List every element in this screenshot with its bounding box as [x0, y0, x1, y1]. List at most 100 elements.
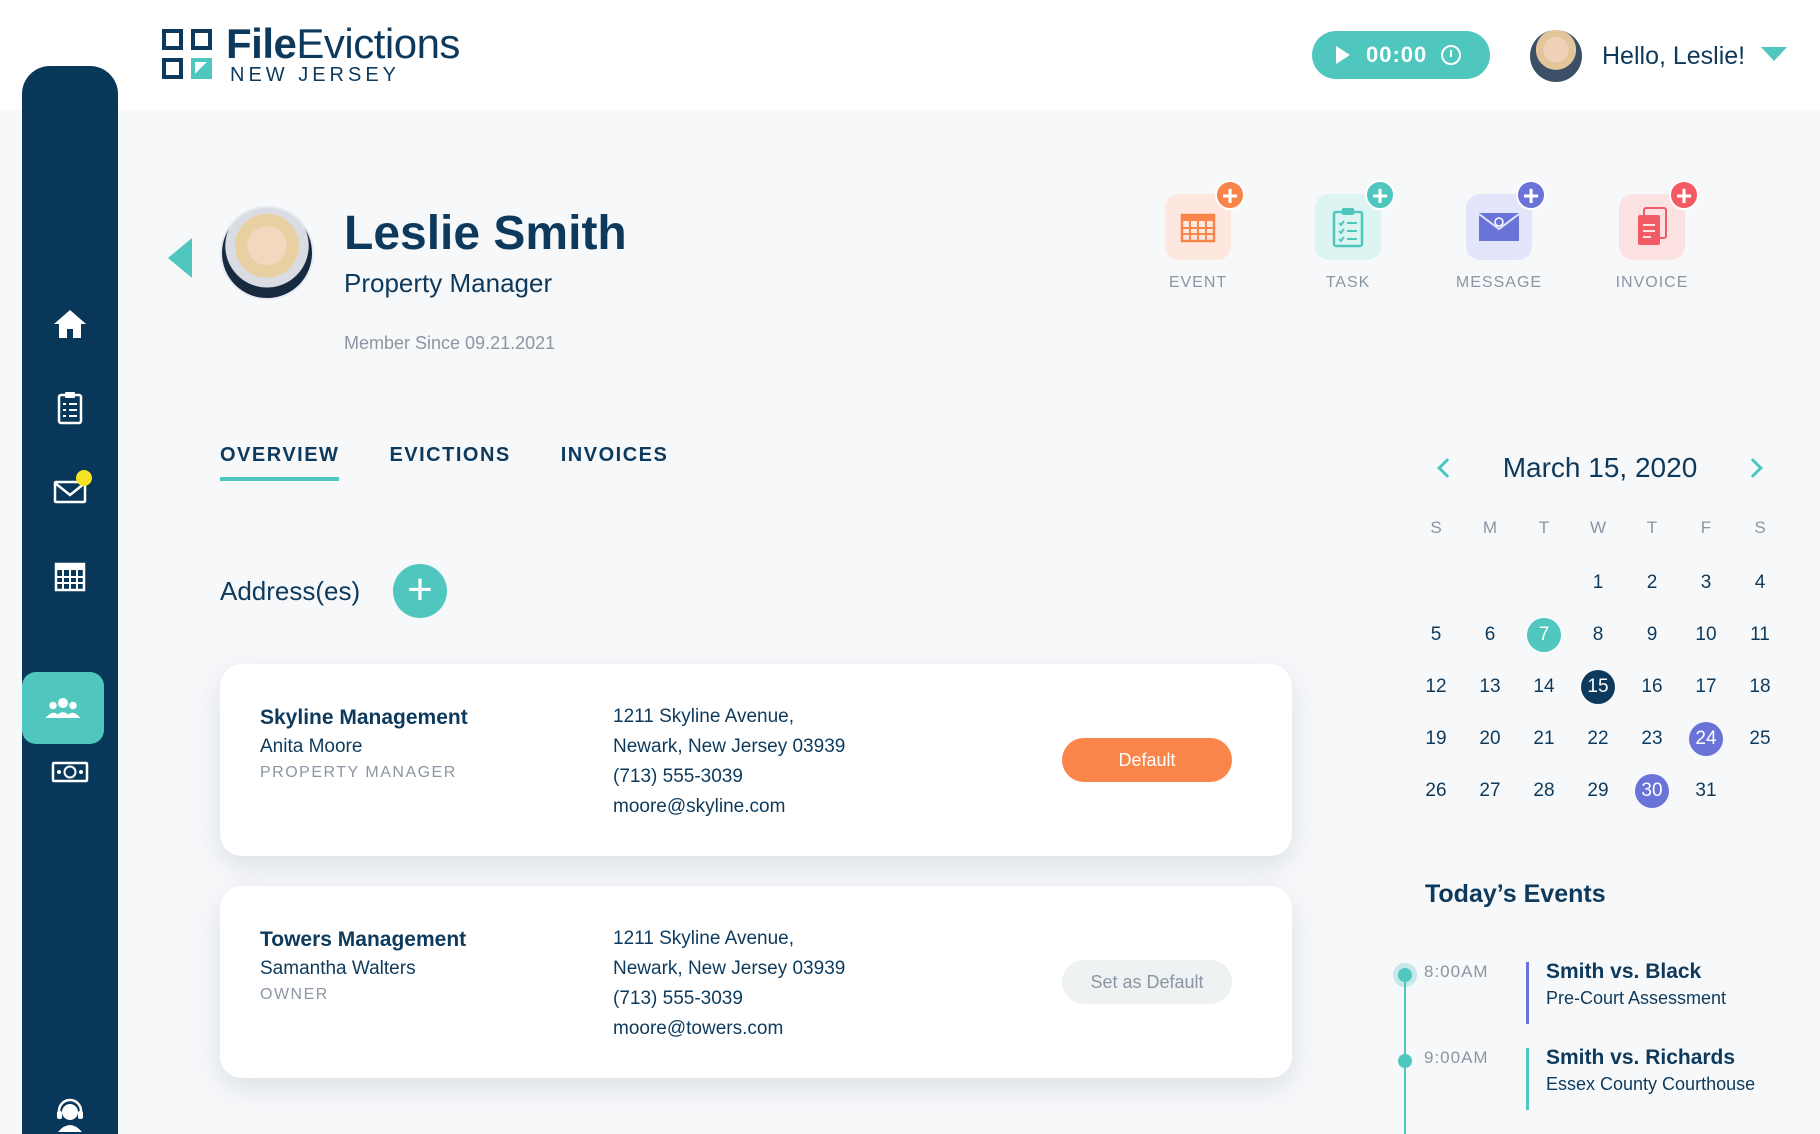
event-item[interactable]: 9:00AM Smith vs. Richards Essex County C… [1396, 1046, 1796, 1124]
calendar-day[interactable]: 7 [1527, 618, 1561, 652]
chevron-right-icon[interactable] [1743, 458, 1763, 478]
invoice-tile[interactable]: + [1619, 180, 1699, 260]
calendar-day[interactable]: 21 [1527, 722, 1561, 756]
calendar-day[interactable]: 18 [1743, 670, 1777, 704]
calendar-day[interactable]: 30 [1635, 774, 1669, 808]
profile-role: Property Manager [344, 268, 553, 298]
contact-name: Anita Moore [260, 736, 363, 757]
logo[interactable]: FileEvictions NEW JERSEY [162, 23, 460, 87]
timer-value: 00:00 [1366, 42, 1428, 67]
contact-name: Samantha Walters [260, 958, 416, 979]
address-block: 1211 Skyline Avenue, Newark, New Jersey … [613, 702, 845, 822]
calendar-day[interactable]: 3 [1689, 566, 1723, 600]
event-color-bar [1526, 962, 1529, 1024]
tab-overview[interactable]: OVERVIEW [220, 444, 340, 481]
calendar-blank [1410, 566, 1462, 600]
play-icon[interactable] [1336, 46, 1350, 64]
sidebar-item-messages[interactable] [22, 456, 118, 528]
calendar-day[interactable]: 15 [1581, 670, 1615, 704]
add-event-icon[interactable]: + [1215, 180, 1245, 210]
calendar-day[interactable]: 29 [1581, 774, 1615, 808]
city: Newark, New Jersey 03939 [613, 736, 846, 757]
calendar-day[interactable]: 13 [1473, 670, 1507, 704]
timeline-dot [1398, 1054, 1412, 1068]
calendar-day[interactable]: 26 [1419, 774, 1453, 808]
quick-action-label: TASK [1325, 274, 1371, 291]
sidebar-item-home[interactable] [22, 288, 118, 360]
set-default-button[interactable]: Set as Default [1062, 960, 1232, 1004]
calendar-day[interactable]: 2 [1635, 566, 1669, 600]
calendar-blank [1518, 566, 1570, 600]
timer-button[interactable]: 00:00 [1312, 31, 1490, 79]
sidebar-item-calendar[interactable] [22, 540, 118, 612]
address-block: 1211 Skyline Avenue, Newark, New Jersey … [613, 924, 845, 1044]
calendar-day[interactable]: 6 [1473, 618, 1507, 652]
weekday-label: M [1482, 518, 1498, 537]
event-tile[interactable]: + [1165, 180, 1245, 260]
weekday-label: S [1430, 518, 1442, 537]
calendar-day[interactable]: 12 [1419, 670, 1453, 704]
calendar-day[interactable]: 19 [1419, 722, 1453, 756]
calendar-day[interactable]: 9 [1635, 618, 1669, 652]
calendar-day[interactable]: 23 [1635, 722, 1669, 756]
chevron-down-icon[interactable] [1761, 47, 1788, 61]
avatar[interactable] [1530, 30, 1582, 82]
events-title: Today’s Events [1425, 880, 1606, 908]
logo-text: FileEvictions NEW JERSEY [226, 23, 460, 87]
quick-action-message[interactable]: + MESSAGE [1449, 180, 1549, 292]
calendar-day[interactable]: 28 [1527, 774, 1561, 808]
calendar-day[interactable]: 31 [1689, 774, 1723, 808]
add-message-icon[interactable]: + [1516, 180, 1546, 210]
add-address-button[interactable]: + [393, 564, 447, 618]
sidebar-item-billing[interactable] [22, 736, 118, 808]
default-button[interactable]: Default [1062, 738, 1232, 782]
message-tile[interactable]: + [1466, 180, 1546, 260]
sidebar-item-support[interactable] [22, 1080, 118, 1134]
sidebar-item-contacts[interactable] [22, 672, 104, 744]
calendar-blank [1464, 566, 1516, 600]
phone: (713) 555-3039 [613, 766, 743, 787]
calendar-day[interactable]: 27 [1473, 774, 1507, 808]
calendar-day[interactable]: 1 [1581, 566, 1615, 600]
home-icon [54, 310, 86, 338]
user-menu[interactable]: Hello, Leslie! [1530, 30, 1788, 82]
calendar-day[interactable]: 5 [1419, 618, 1453, 652]
chevron-left-icon[interactable] [1437, 458, 1457, 478]
quick-action-task[interactable]: + TASK [1298, 180, 1398, 292]
calendar-day[interactable]: 11 [1743, 618, 1777, 652]
addresses-title: Address(es) [220, 576, 361, 606]
weekday-label: F [1700, 518, 1712, 537]
tab-invoices[interactable]: INVOICES [561, 444, 669, 481]
calendar-day[interactable]: 16 [1635, 670, 1669, 704]
event-item[interactable]: 8:00AM Smith vs. Black Pre-Court Assessm… [1396, 960, 1796, 1038]
profile-tabs: OVERVIEW EVICTIONS INVOICES [220, 444, 718, 481]
weekday-label: T [1538, 518, 1550, 537]
quick-action-label: INVOICE [1615, 274, 1689, 291]
clipboard-icon [1332, 208, 1364, 248]
add-task-icon[interactable]: + [1365, 180, 1395, 210]
email[interactable]: moore@skyline.com [613, 792, 845, 822]
calendar-grid: S M T W T F S 1 2 3 4 5 6 7 8 9 10 11 12 13 14 15 16 17 18 19 20 21… [1410, 508, 1790, 808]
company-name: Skyline Management [260, 706, 468, 729]
add-invoice-icon[interactable]: + [1669, 180, 1699, 210]
calendar-day[interactable]: 20 [1473, 722, 1507, 756]
calendar-day[interactable]: 8 [1581, 618, 1615, 652]
calendar-day[interactable]: 4 [1743, 566, 1777, 600]
calendar-day[interactable]: 24 [1689, 722, 1723, 756]
tab-evictions[interactable]: EVICTIONS [389, 444, 510, 481]
sidebar-item-tasks[interactable] [22, 372, 118, 444]
back-arrow-icon[interactable] [168, 238, 192, 278]
quick-action-label: MESSAGE [1455, 274, 1543, 291]
task-tile[interactable]: + [1315, 180, 1395, 260]
quick-action-event[interactable]: + EVENT [1148, 180, 1248, 292]
email[interactable]: moore@towers.com [613, 1014, 845, 1044]
quick-action-invoice[interactable]: + INVOICE [1602, 180, 1702, 292]
calendar-day[interactable]: 14 [1527, 670, 1561, 704]
event-subtitle: Pre-Court Assessment [1546, 988, 1727, 1008]
calendar-day[interactable]: 22 [1581, 722, 1615, 756]
calendar-day[interactable]: 10 [1689, 618, 1723, 652]
calendar-day[interactable]: 17 [1689, 670, 1723, 704]
clipboard-icon [57, 392, 83, 425]
calendar-day[interactable]: 25 [1743, 722, 1777, 756]
notification-badge [76, 470, 92, 486]
